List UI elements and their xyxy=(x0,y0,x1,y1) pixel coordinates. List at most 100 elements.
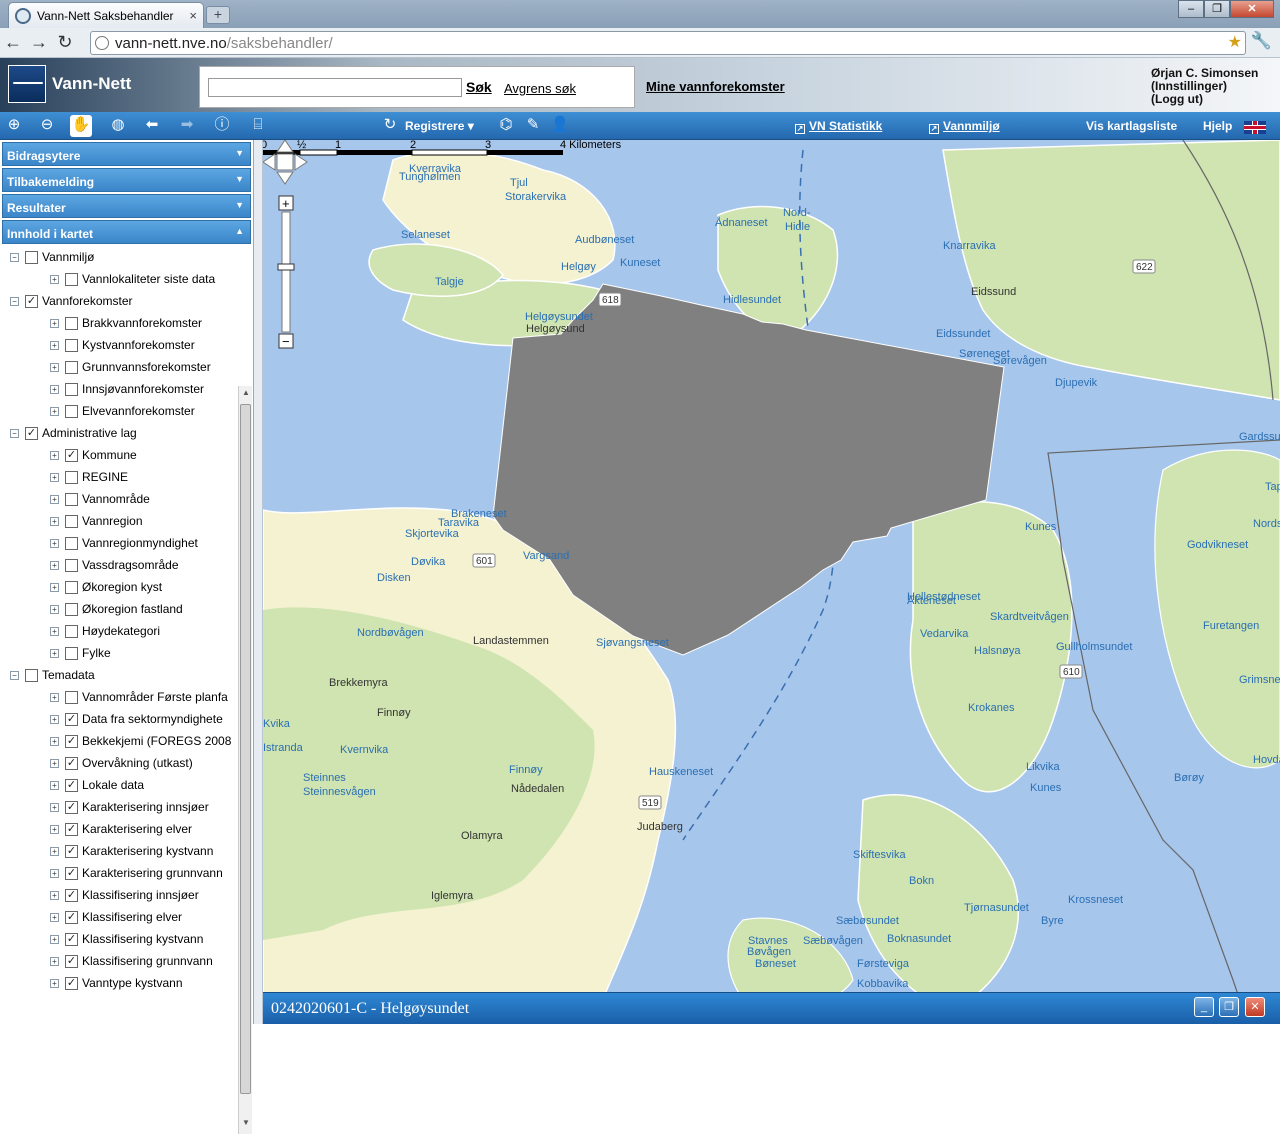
layer-item[interactable]: + ✓ Klassifisering grunnvann xyxy=(2,950,252,972)
my-waterbodies-link[interactable]: Mine vannforekomster xyxy=(646,79,785,94)
measure-tool-icon[interactable]: ⌸ xyxy=(247,115,269,137)
expand-icon[interactable]: + xyxy=(50,274,59,284)
layer-item[interactable]: + Vannregionmyndighet xyxy=(2,532,252,554)
water-environment-link[interactable]: ↗ Vannmiljø xyxy=(929,119,1000,134)
expand-icon[interactable]: + xyxy=(50,934,59,944)
maximize-window-button[interactable]: ❐ xyxy=(1204,0,1230,18)
address-bar[interactable]: vann-nett.nve.no/saksbehandler/ xyxy=(90,31,1246,55)
pan-hand-icon[interactable]: ✋ xyxy=(70,115,92,137)
expand-icon[interactable]: + xyxy=(50,340,59,350)
expand-icon[interactable]: + xyxy=(50,714,59,724)
pan-east-icon[interactable] xyxy=(294,153,308,171)
layer-item[interactable]: + ✓ Kommune xyxy=(2,444,252,466)
help-link[interactable]: Hjelp xyxy=(1203,119,1232,133)
layer-item[interactable]: + Høydekategori xyxy=(2,620,252,642)
zoom-slider-track[interactable] xyxy=(281,211,291,333)
browser-tab[interactable]: Vann-Nett Saksbehandler × xyxy=(8,2,204,28)
register-menu[interactable]: Registrere ▾ xyxy=(405,119,474,133)
layer-checkbox[interactable] xyxy=(65,470,78,484)
layer-item[interactable]: + Kystvannforekomster xyxy=(2,334,252,356)
collapse-icon[interactable]: − xyxy=(10,670,19,680)
layer-tree-scrollbar[interactable]: ▲ ▼ xyxy=(238,386,252,1134)
expand-icon[interactable]: + xyxy=(50,956,59,966)
close-tab-icon[interactable]: × xyxy=(189,8,197,23)
expand-icon[interactable]: + xyxy=(50,604,59,614)
add-user-icon[interactable]: 👤 xyxy=(549,115,571,137)
pan-south-icon[interactable] xyxy=(276,171,294,185)
layer-item[interactable]: + REGINE xyxy=(2,466,252,488)
layer-item[interactable]: + Grunnvannsforekomster xyxy=(2,356,252,378)
layer-checkbox[interactable] xyxy=(65,690,78,704)
layer-item[interactable]: + ✓ Karakterisering grunnvann xyxy=(2,862,252,884)
panel-header-feedback[interactable]: Tilbakemelding ▼ xyxy=(2,168,251,192)
layer-item[interactable]: + Vassdragsområde xyxy=(2,554,252,576)
layer-checkbox[interactable] xyxy=(65,382,78,396)
layer-checkbox[interactable]: ✓ xyxy=(65,712,78,726)
layer-group[interactable]: − Vannmiljø xyxy=(2,246,252,268)
expand-icon[interactable]: + xyxy=(50,560,59,570)
layer-item[interactable]: + ✓ Klassifisering kystvann xyxy=(2,928,252,950)
layer-checkbox[interactable]: ✓ xyxy=(65,822,78,836)
expand-icon[interactable]: + xyxy=(50,538,59,548)
vn-statistics-link[interactable]: ↗ VN Statistikk xyxy=(795,119,882,134)
sidebar-splitter[interactable] xyxy=(254,140,263,1024)
layer-item[interactable]: + ✓ Klassifisering innsjøer xyxy=(2,884,252,906)
layer-checkbox[interactable]: ✓ xyxy=(65,734,78,748)
layer-checkbox[interactable] xyxy=(65,404,78,418)
layer-checkbox[interactable]: ✓ xyxy=(65,954,78,968)
layer-item[interactable]: + Fylke xyxy=(2,642,252,664)
layer-checkbox[interactable] xyxy=(65,514,78,528)
reload-icon[interactable]: ↻ xyxy=(52,30,78,56)
layer-group[interactable]: − ✓ Administrative lag xyxy=(2,422,252,444)
layer-item[interactable]: + Vannlokaliteter siste data xyxy=(2,268,252,290)
expand-icon[interactable]: + xyxy=(50,648,59,658)
layer-checkbox[interactable] xyxy=(25,250,38,264)
layer-checkbox[interactable] xyxy=(65,338,78,352)
expand-icon[interactable]: + xyxy=(50,780,59,790)
identify-info-icon[interactable]: ⓘ xyxy=(211,115,233,137)
layer-checkbox[interactable] xyxy=(65,360,78,374)
expand-icon[interactable]: + xyxy=(50,802,59,812)
layer-checkbox[interactable]: ✓ xyxy=(65,910,78,924)
collapse-icon[interactable]: − xyxy=(10,428,19,438)
expand-icon[interactable]: + xyxy=(50,978,59,988)
layer-item[interactable]: + ✓ Karakterisering kystvann xyxy=(2,840,252,862)
new-tab-button[interactable]: + xyxy=(206,6,230,24)
next-extent-arrow-icon[interactable]: ➡ xyxy=(176,115,198,137)
layer-item[interactable]: + Elvevannforekomster xyxy=(2,400,252,422)
expand-icon[interactable]: + xyxy=(50,516,59,526)
layer-group[interactable]: − ✓ Vannforekomster xyxy=(2,290,252,312)
pan-west-icon[interactable] xyxy=(263,153,276,171)
close-window-button[interactable]: ✕ xyxy=(1230,0,1274,18)
expand-icon[interactable]: + xyxy=(50,736,59,746)
expand-icon[interactable]: + xyxy=(50,406,59,416)
layer-checkbox[interactable] xyxy=(65,646,78,660)
layer-checkbox[interactable]: ✓ xyxy=(65,932,78,946)
panel-header-contributors[interactable]: Bidragsytere ▼ xyxy=(2,142,251,166)
select-polygon-icon[interactable]: ⌬ xyxy=(495,115,517,137)
expand-icon[interactable]: + xyxy=(50,758,59,768)
zoom-in-icon[interactable]: ⊕ xyxy=(3,115,25,137)
expand-icon[interactable]: + xyxy=(50,582,59,592)
close-panel-icon[interactable]: ✕ xyxy=(1245,997,1265,1017)
layer-checkbox[interactable] xyxy=(65,602,78,616)
layer-item[interactable]: + Økoregion kyst xyxy=(2,576,252,598)
layer-item[interactable]: + ✓ Overvåkning (utkast) xyxy=(2,752,252,774)
search-button[interactable]: Søk xyxy=(466,79,492,95)
expand-icon[interactable]: + xyxy=(50,846,59,856)
layer-item[interactable]: + ✓ Lokale data xyxy=(2,774,252,796)
expand-icon[interactable]: + xyxy=(50,626,59,636)
layer-checkbox[interactable]: ✓ xyxy=(65,448,78,462)
layer-checkbox[interactable]: ✓ xyxy=(65,756,78,770)
layer-checkbox[interactable] xyxy=(65,272,78,286)
map-view[interactable]: 618 622 601 610 519 Kverravika Tjul Tunghølmen… xyxy=(263,140,1280,1024)
bookmark-star-icon[interactable]: ★ xyxy=(1228,32,1242,52)
minimize-window-button[interactable]: – xyxy=(1178,0,1204,18)
expand-icon[interactable]: + xyxy=(50,384,59,394)
layer-checkbox[interactable] xyxy=(25,668,38,682)
layer-item[interactable]: + Vannområder Første planfa xyxy=(2,686,252,708)
zoom-out-icon[interactable]: ⊖ xyxy=(36,115,58,137)
layer-item[interactable]: + Økoregion fastland xyxy=(2,598,252,620)
scroll-up-icon[interactable]: ▲ xyxy=(239,388,253,402)
expand-icon[interactable]: + xyxy=(50,318,59,328)
